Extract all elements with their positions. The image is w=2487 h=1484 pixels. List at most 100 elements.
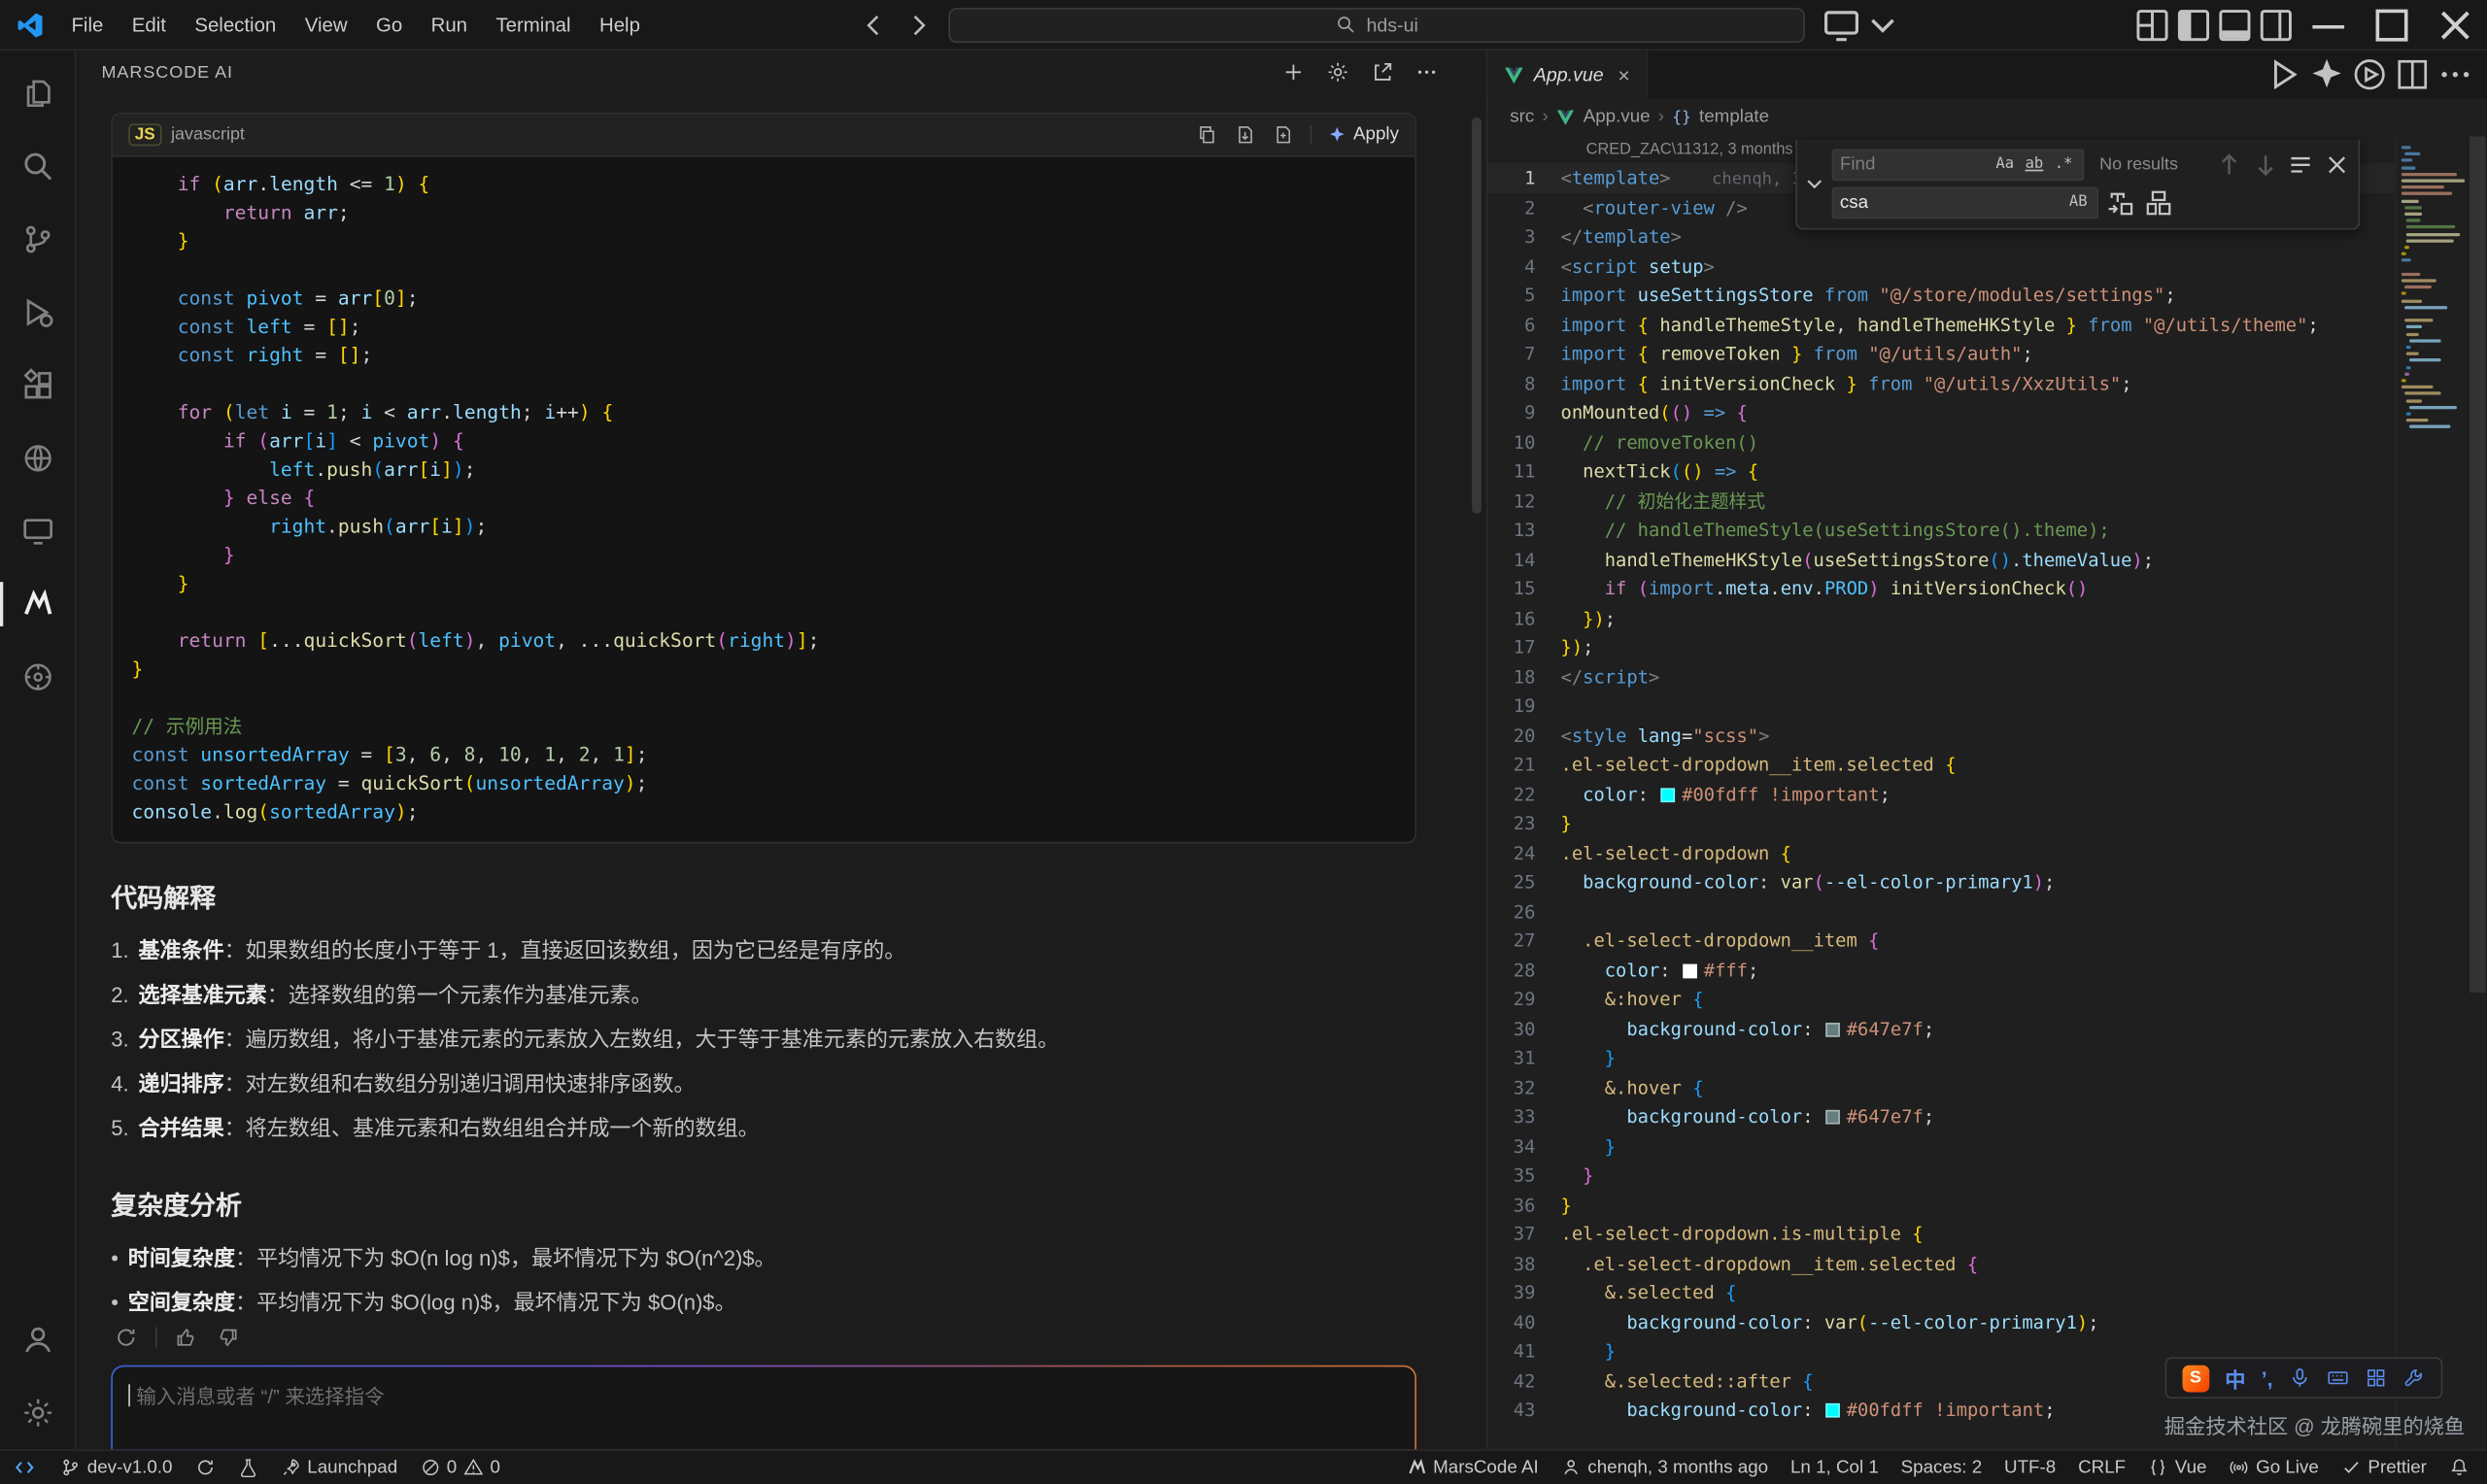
tab-app-vue[interactable]: App.vue × (1487, 51, 1647, 98)
split-editor-icon[interactable] (2394, 55, 2432, 93)
next-match-icon[interactable] (2250, 149, 2280, 181)
editor-line[interactable]: 38 .el-select-dropdown__item.selected { (1487, 1249, 2395, 1278)
editor-scrollbar[interactable] (2468, 136, 2487, 1449)
remote-indicator[interactable] (0, 1450, 50, 1484)
editor-body[interactable]: CRED_ZAC\11312, 3 months ago | 2 authors… (1487, 136, 2487, 1449)
tab-close-icon[interactable]: × (1618, 64, 1629, 84)
editor-line[interactable]: 20<style lang="scss"> (1487, 721, 2395, 750)
code-area[interactable]: CRED_ZAC\11312, 3 months ago | 2 authors… (1487, 136, 2395, 1449)
launchpad-item[interactable]: Launchpad (269, 1450, 409, 1484)
panel-scrollbar[interactable] (1472, 118, 1482, 514)
sidebar-item-marscode[interactable] (0, 567, 76, 640)
thumbs-up-icon[interactable] (175, 1326, 198, 1349)
match-case-toggle[interactable]: Aa (1993, 149, 2017, 181)
editor-line[interactable]: 23} (1487, 809, 2395, 838)
blame-status[interactable]: chenqh, 3 months ago (1550, 1450, 1779, 1484)
run-preview-icon[interactable] (2351, 55, 2389, 93)
minimap[interactable] (2395, 136, 2468, 1449)
new-file-icon[interactable] (1273, 123, 1295, 146)
eol[interactable]: CRLF (2067, 1450, 2137, 1484)
breadcrumb-src[interactable]: src (1510, 108, 1534, 127)
editor-line[interactable]: 21.el-select-dropdown__item.selected { (1487, 750, 2395, 779)
menu-view[interactable]: View (290, 9, 361, 41)
editor-line[interactable]: 31 } (1487, 1043, 2395, 1072)
nav-forward-icon[interactable] (904, 11, 933, 39)
close-button[interactable] (2424, 0, 2487, 50)
more-actions-icon[interactable] (1414, 60, 1438, 84)
editor-line[interactable]: 27 .el-select-dropdown__item { (1487, 926, 2395, 955)
menu-selection[interactable]: Selection (181, 9, 290, 41)
ai-actions-icon[interactable] (2308, 55, 2346, 93)
replace-input[interactable]: csa AB (1832, 187, 2098, 219)
editor-line[interactable]: 4<script setup> (1487, 252, 2395, 281)
sidebar-item-tools[interactable] (0, 641, 76, 714)
prettier[interactable]: Prettier (2330, 1450, 2437, 1484)
customize-layout-icon[interactable] (2131, 4, 2172, 45)
toggle-panel-icon[interactable] (2214, 4, 2255, 45)
send-icon[interactable] (923, 1424, 1399, 1449)
menu-edit[interactable]: Edit (118, 9, 181, 41)
find-input[interactable]: Find Aa ab .* (1832, 149, 2084, 181)
replace-all-icon[interactable] (2143, 187, 2175, 219)
nav-back-icon[interactable] (860, 11, 888, 39)
problems-item[interactable]: 00 (409, 1450, 512, 1484)
account-button[interactable] (0, 1303, 76, 1376)
editor-line[interactable]: 25 background-color: var(--el-color-prim… (1487, 867, 2395, 896)
editor-line[interactable]: 12 // 初始化主题样式 (1487, 486, 2395, 515)
preserve-case-toggle[interactable]: AB (2066, 186, 2091, 219)
close-find-icon[interactable] (2323, 149, 2353, 181)
previous-match-icon[interactable] (2214, 149, 2244, 181)
sidebar-item-source-control[interactable] (0, 203, 76, 276)
wrench-icon[interactable] (2402, 1366, 2425, 1389)
sync-item[interactable] (184, 1450, 226, 1484)
editor-line[interactable]: 24.el-select-dropdown { (1487, 838, 2395, 867)
editor-line[interactable]: 14 handleThemeHKStyle(useSettingsStore()… (1487, 545, 2395, 574)
sidebar-item-live-server[interactable] (0, 494, 76, 567)
editor-line[interactable]: 30 background-color: #647e7f; (1487, 1014, 2395, 1043)
regex-toggle[interactable]: .* (2051, 149, 2075, 181)
sidebar-item-remote-explorer[interactable] (0, 422, 76, 494)
toggle-sidebar-icon[interactable] (2173, 4, 2214, 45)
editor-line[interactable]: 15 if (import.meta.env.PROD) initVersion… (1487, 574, 2395, 603)
keyboard-icon[interactable] (2327, 1366, 2349, 1389)
go-live[interactable]: Go Live (2218, 1450, 2330, 1484)
thumbs-down-icon[interactable] (216, 1326, 239, 1349)
sidebar-item-run-debug[interactable] (0, 276, 76, 349)
editor-line[interactable]: 19 (1487, 691, 2395, 721)
insert-code-icon[interactable] (1235, 123, 1257, 146)
command-center-search[interactable]: hds-ui (949, 7, 1806, 42)
panel-settings-icon[interactable] (1326, 60, 1349, 84)
language-mode[interactable]: Vue (2137, 1450, 2218, 1484)
menu-go[interactable]: Go (361, 9, 417, 41)
sogou-logo-icon[interactable]: S (2182, 1365, 2209, 1392)
editor-line[interactable]: 22 color: #00fdff !important; (1487, 779, 2395, 808)
sidebar-item-explorer[interactable] (0, 57, 76, 130)
editor-line[interactable]: 7import { removeToken } from "@/utils/au… (1487, 339, 2395, 368)
share-icon[interactable] (1371, 60, 1394, 84)
ime-toolbar[interactable]: S 中 ’, (2164, 1358, 2442, 1399)
copy-icon[interactable] (1196, 123, 1218, 146)
apply-button[interactable]: Apply (1328, 125, 1399, 145)
editor-line[interactable]: 32 &.hover { (1487, 1072, 2395, 1101)
editor-line[interactable]: 37.el-select-dropdown.is-multiple { (1487, 1220, 2395, 1249)
editor-line[interactable]: 16 }); (1487, 603, 2395, 632)
menu-terminal[interactable]: Terminal (482, 9, 586, 41)
editor-line[interactable]: 17}); (1487, 632, 2395, 661)
menu-file[interactable]: File (57, 9, 118, 41)
editor-line[interactable]: 10 // removeToken() (1487, 427, 2395, 456)
run-file-icon[interactable] (2265, 55, 2302, 93)
indentation[interactable]: Spaces: 2 (1890, 1450, 1993, 1484)
minimize-button[interactable] (2297, 0, 2360, 50)
regenerate-icon[interactable] (115, 1326, 138, 1349)
editor-line[interactable]: 8import { initVersionCheck } from "@/uti… (1487, 369, 2395, 398)
branch-item[interactable]: dev-v1.0.0 (50, 1450, 184, 1484)
editor-line[interactable]: 9onMounted(() => { (1487, 398, 2395, 427)
editor-line[interactable]: 35 } (1487, 1161, 2395, 1190)
find-in-selection-icon[interactable] (2286, 149, 2316, 181)
editor-line[interactable]: 6import { handleThemeStyle, handleThemeH… (1487, 310, 2395, 339)
editor-line[interactable]: 29 &:hover { (1487, 985, 2395, 1014)
whole-word-toggle[interactable]: ab (2022, 149, 2046, 181)
grid-icon[interactable] (2365, 1366, 2387, 1389)
cursor-position[interactable]: Ln 1, Col 1 (1780, 1450, 1891, 1484)
editor-line[interactable]: 33 background-color: #647e7f; (1487, 1102, 2395, 1131)
